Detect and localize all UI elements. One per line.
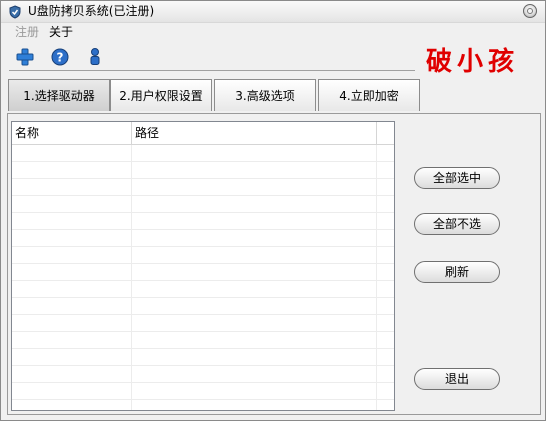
tab-select-drive[interactable]: 1.选择驱动器: [8, 79, 110, 111]
brand-logo: 破小孩: [426, 47, 520, 77]
main-window: U盘防拷贝系统(已注册) 注册 关于 ? 破小孩 1.选择驱动器 2.用户权限设…: [0, 0, 546, 421]
help-icon[interactable]: ?: [50, 47, 70, 67]
add-icon[interactable]: [15, 47, 35, 67]
refresh-button[interactable]: 刷新: [414, 261, 500, 283]
tab-strip: 1.选择驱动器 2.用户权限设置 3.高级选项 4.立即加密: [8, 79, 422, 113]
select-none-button[interactable]: 全部不选: [414, 213, 500, 235]
column-name[interactable]: 名称: [12, 122, 132, 144]
tab-encrypt-now[interactable]: 4.立即加密: [318, 79, 420, 111]
tab-panel: 名称 路径 全部选中 全部不选 刷新 退出: [7, 113, 541, 415]
column-path[interactable]: 路径: [132, 122, 377, 144]
column-divider: [131, 145, 132, 410]
tab-user-permissions[interactable]: 2.用户权限设置: [110, 79, 212, 111]
column-divider: [376, 145, 377, 410]
menu-register[interactable]: 注册: [15, 25, 39, 39]
close-button[interactable]: [523, 4, 537, 18]
user-icon[interactable]: [85, 47, 105, 67]
list-header: 名称 路径: [12, 122, 394, 145]
select-all-button[interactable]: 全部选中: [414, 167, 500, 189]
title-bar[interactable]: U盘防拷贝系统(已注册): [1, 1, 545, 23]
tab-advanced-options[interactable]: 3.高级选项: [214, 79, 316, 111]
drive-list[interactable]: 名称 路径: [11, 121, 395, 411]
window-title: U盘防拷贝系统(已注册): [28, 4, 155, 18]
svg-text:?: ?: [57, 51, 64, 65]
list-body[interactable]: [12, 145, 394, 410]
exit-button[interactable]: 退出: [414, 368, 500, 390]
menu-about[interactable]: 关于: [49, 25, 73, 39]
toolbar-separator: [9, 70, 415, 71]
shield-icon: [8, 5, 22, 19]
menu-bar: 注册 关于: [1, 23, 545, 41]
